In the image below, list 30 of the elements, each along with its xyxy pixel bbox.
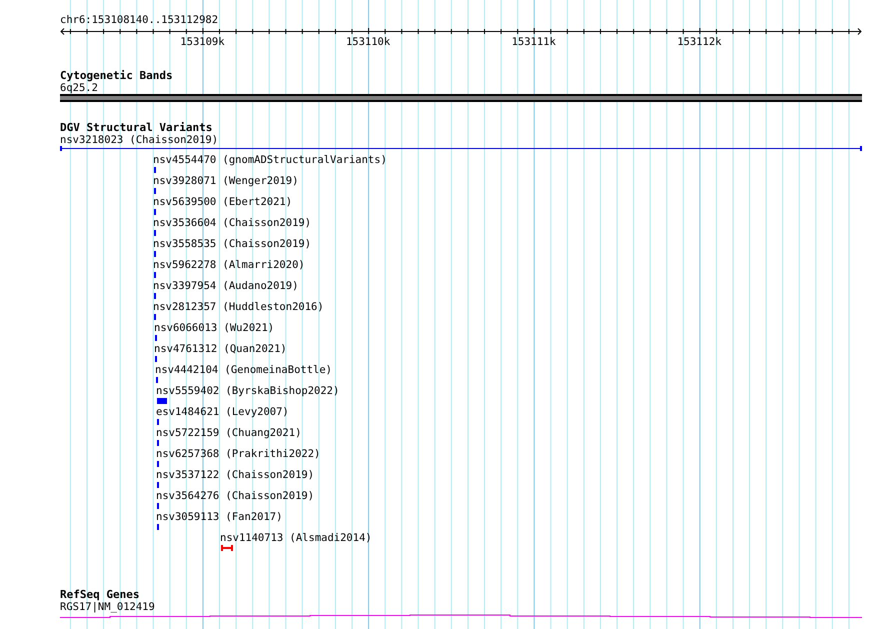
variant-label: nsv3537122 (Chaisson2019) — [156, 469, 314, 481]
variant-label: nsv3218023 (Chaisson2019) — [60, 134, 218, 146]
track-title: Cytogenetic Bands — [60, 69, 173, 82]
tick-label: 153110k — [346, 36, 390, 48]
track-title: RefSeq Genes — [60, 588, 140, 601]
variant-label: nsv4761312 (Quan2021) — [154, 343, 287, 355]
variant-label: nsv6257368 (Prakrithi2022) — [156, 448, 320, 460]
variant-label: nsv3928071 (Wenger2019) — [153, 175, 298, 187]
variant-label: nsv3564276 (Chaisson2019) — [156, 490, 314, 502]
gene-label: RGS17|NM_012419 — [60, 601, 155, 613]
variant-label: nsv1140713 (Alsmadi2014) — [220, 532, 372, 544]
variant-label: nsv5559402 (ByrskaBishop2022) — [156, 385, 340, 397]
variant-label: nsv5639500 (Ebert2021) — [153, 196, 292, 208]
variant-label: nsv4442104 (GenomeinaBottle) — [155, 364, 332, 376]
variant-label: nsv2812357 (Huddleston2016) — [153, 301, 324, 313]
variant-label: nsv5722159 (Chuang2021) — [156, 427, 302, 439]
location-label: chr6:153108140..153112982 — [60, 14, 218, 26]
variant-label: nsv3558535 (Chaisson2019) — [153, 238, 312, 250]
variant-label: nsv4554470 (gnomADStructuralVariants) — [153, 154, 387, 166]
variant-label: nsv3536604 (Chaisson2019) — [153, 217, 312, 229]
variant-label: nsv6066013 (Wu2021) — [154, 322, 274, 334]
track-title: DGV Structural Variants — [60, 121, 212, 134]
tick-label: 153111k — [512, 36, 556, 48]
tick-label: 153109k — [180, 36, 225, 48]
variant-label: esv1484621 (Levy2007) — [156, 406, 289, 418]
variant-label: nsv5962278 (Almarri2020) — [153, 259, 305, 271]
variant-label: nsv3059113 (Fan2017) — [156, 511, 282, 523]
band-label: 6q25.2 — [60, 82, 98, 94]
variant-label: nsv3397954 (Audano2019) — [153, 280, 298, 292]
tick-label: 153112k — [677, 36, 722, 48]
